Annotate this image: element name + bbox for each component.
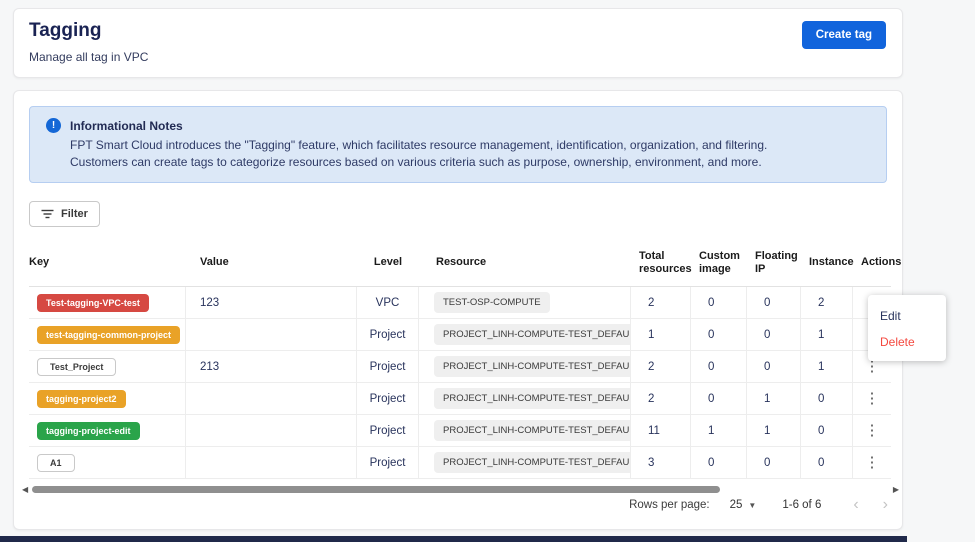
tag-key-badge: Test_Project (37, 358, 116, 376)
table-row: tagging-project-edit Project PROJECT_LIN… (29, 415, 891, 447)
table-row: Test_Project 213 Project PROJECT_LINH-CO… (29, 351, 891, 383)
previous-page-button[interactable]: ‹ (853, 497, 858, 513)
rows-per-page-value: 25 (730, 499, 743, 511)
page-title: Tagging (29, 20, 101, 42)
resource-pill: PROJECT_LINH-COMPUTE-TEST_DEFAULT (434, 420, 631, 441)
instance-cell: 0 (801, 447, 853, 478)
menu-item-edit[interactable]: Edit (868, 303, 946, 329)
header-card: Tagging Manage all tag in VPC Create tag (13, 8, 903, 78)
instance-cell: 1 (801, 319, 853, 350)
tag-value-cell (186, 319, 357, 350)
column-header-level: Level (357, 256, 419, 269)
info-note-line1: FPT Smart Cloud introduces the "Tagging"… (70, 137, 870, 154)
tag-level-cell: Project (357, 319, 419, 350)
row-actions-menu: Edit Delete (868, 295, 946, 361)
total-resources-cell: 2 (631, 351, 691, 382)
table-row: A1 Project PROJECT_LINH-COMPUTE-TEST_DEF… (29, 447, 891, 479)
resource-pill: PROJECT_LINH-COMPUTE-TEST_DEFAULT (434, 324, 631, 345)
info-note-title: Informational Notes (70, 119, 183, 133)
instance-cell: 2 (801, 287, 853, 318)
resource-pill: PROJECT_LINH-COMPUTE-TEST_DEFAULT (434, 452, 631, 473)
filter-button-label: Filter (61, 208, 88, 220)
custom-image-cell: 0 (691, 351, 747, 382)
table-row: Test-tagging-VPC-test 123 VPC TEST-OSP-C… (29, 287, 891, 319)
info-circle-icon: ! (46, 118, 61, 133)
tag-value-cell (186, 447, 357, 478)
row-actions-kebab-icon[interactable]: ⋮ (864, 424, 880, 438)
tag-value-cell: 123 (186, 287, 357, 318)
row-actions-kebab-icon[interactable]: ⋮ (864, 360, 880, 374)
table-header-row: Key Value Level Resource Total resources… (29, 239, 891, 287)
pagination-range-label: 1-6 of 6 (782, 499, 821, 511)
table-row: test-tagging-common-project Project PROJ… (29, 319, 891, 351)
pagination-bar: Rows per page: 25 ▼ 1-6 of 6 ‹ › (629, 497, 888, 513)
rows-per-page-label: Rows per page: (629, 499, 710, 511)
filter-lines-icon (41, 209, 54, 219)
custom-image-cell: 0 (691, 447, 747, 478)
table-row: tagging-project2 Project PROJECT_LINH-CO… (29, 383, 891, 415)
floating-ip-cell: 0 (747, 447, 801, 478)
column-header-value: Value (186, 256, 357, 269)
custom-image-cell: 0 (691, 319, 747, 350)
tag-key-badge: A1 (37, 454, 75, 472)
column-header-instance: Instance (801, 256, 853, 269)
resource-pill: PROJECT_LINH-COMPUTE-TEST_DEFAULT (434, 356, 631, 377)
row-actions-kebab-icon[interactable]: ⋮ (864, 392, 880, 406)
info-note-line2: Customers can create tags to categorize … (70, 154, 870, 171)
create-tag-button[interactable]: Create tag (802, 21, 886, 49)
tag-level-cell: Project (357, 415, 419, 446)
tag-key-badge: tagging-project-edit (37, 422, 140, 440)
row-actions-kebab-icon[interactable]: ⋮ (864, 456, 880, 470)
chevron-down-icon: ▼ (748, 501, 756, 510)
bottom-bar (0, 536, 907, 542)
rows-per-page-select[interactable]: 25 ▼ (730, 499, 757, 511)
total-resources-cell: 2 (631, 383, 691, 414)
instance-cell: 0 (801, 415, 853, 446)
column-header-resource: Resource (419, 256, 631, 269)
tag-key-badge: Test-tagging-VPC-test (37, 294, 149, 312)
column-header-key: Key (29, 256, 186, 269)
menu-item-delete[interactable]: Delete (868, 329, 946, 355)
resource-pill: TEST-OSP-COMPUTE (434, 292, 550, 313)
floating-ip-cell: 1 (747, 415, 801, 446)
filter-button[interactable]: Filter (29, 201, 100, 227)
informational-notes-box: ! Informational Notes FPT Smart Cloud in… (29, 106, 887, 183)
tags-table: Key Value Level Resource Total resources… (29, 239, 891, 479)
tag-value-cell: 213 (186, 351, 357, 382)
tag-value-cell (186, 415, 357, 446)
tag-level-cell: VPC (357, 287, 419, 318)
tag-level-cell: Project (357, 383, 419, 414)
custom-image-cell: 1 (691, 415, 747, 446)
floating-ip-cell: 0 (747, 287, 801, 318)
tag-key-badge: tagging-project2 (37, 390, 126, 408)
main-card: ! Informational Notes FPT Smart Cloud in… (13, 90, 903, 530)
custom-image-cell: 0 (691, 287, 747, 318)
column-header-actions: Actions (853, 256, 891, 269)
total-resources-cell: 2 (631, 287, 691, 318)
floating-ip-cell: 0 (747, 351, 801, 382)
column-header-custom-image: Custom image (691, 250, 747, 276)
tag-value-cell (186, 383, 357, 414)
instance-cell: 1 (801, 351, 853, 382)
scroll-right-arrow-icon[interactable]: ▶ (893, 485, 899, 495)
horizontal-scrollbar: ◀ ▶ (16, 484, 902, 496)
resource-pill: PROJECT_LINH-COMPUTE-TEST_DEFAULT (434, 388, 631, 409)
custom-image-cell: 0 (691, 383, 747, 414)
floating-ip-cell: 0 (747, 319, 801, 350)
floating-ip-cell: 1 (747, 383, 801, 414)
tag-key-badge: test-tagging-common-project (37, 326, 180, 344)
column-header-total-resources: Total resources (631, 250, 691, 276)
total-resources-cell: 3 (631, 447, 691, 478)
scroll-left-arrow-icon[interactable]: ◀ (22, 485, 28, 495)
scrollbar-thumb[interactable] (32, 486, 720, 493)
tag-level-cell: Project (357, 447, 419, 478)
total-resources-cell: 1 (631, 319, 691, 350)
total-resources-cell: 11 (631, 415, 691, 446)
instance-cell: 0 (801, 383, 853, 414)
page-subtitle: Manage all tag in VPC (29, 50, 148, 64)
tag-level-cell: Project (357, 351, 419, 382)
column-header-floating-ip: Floating IP (747, 250, 801, 276)
next-page-button[interactable]: › (883, 497, 888, 513)
